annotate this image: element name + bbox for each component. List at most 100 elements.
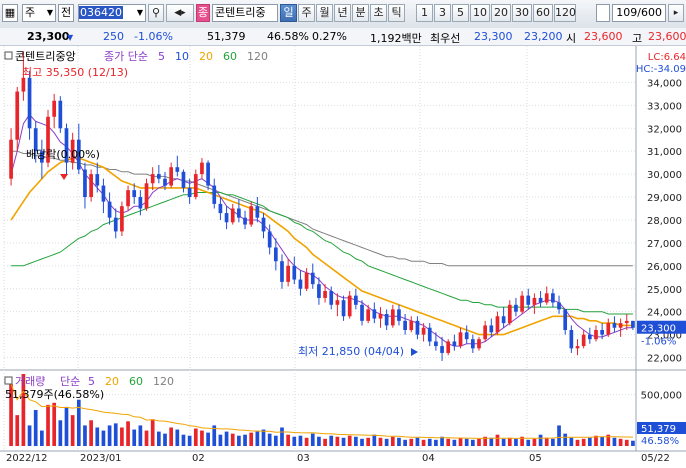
volume-ratio: 46.58% bbox=[267, 30, 309, 43]
candle-body bbox=[631, 320, 635, 328]
volume-bar bbox=[378, 437, 383, 446]
candle-body bbox=[193, 174, 198, 198]
chevron-down-icon: ▼ bbox=[136, 8, 143, 17]
candle-body bbox=[403, 320, 407, 331]
best-ask: 23,300 bbox=[474, 30, 513, 43]
volume: 51,379 bbox=[207, 30, 246, 43]
volume-bar bbox=[415, 437, 420, 446]
current-change-label: -1.06% bbox=[641, 337, 676, 348]
trade-amount: 1,192백만 bbox=[370, 32, 422, 45]
candle-body bbox=[101, 185, 106, 202]
type-select[interactable]: 주 ▼ bbox=[22, 4, 56, 22]
open-price: 23,600 bbox=[584, 30, 623, 43]
volume-bar bbox=[507, 437, 512, 446]
interval-button[interactable]: 20 bbox=[491, 4, 511, 22]
candle-body bbox=[52, 100, 57, 117]
settings-icon[interactable]: ▸ bbox=[668, 4, 684, 22]
volume-bar bbox=[323, 438, 327, 446]
interval-button[interactable]: 5 bbox=[452, 4, 469, 22]
volume-bar bbox=[27, 425, 32, 446]
volume-bar bbox=[58, 420, 63, 446]
interval-button[interactable]: 60 bbox=[533, 4, 553, 22]
candle-body bbox=[415, 320, 420, 335]
candle-body bbox=[329, 291, 334, 305]
chart-area[interactable]: 34,000 33,000 32,000 31,000 30,000 29,000 28,0… bbox=[0, 46, 686, 465]
interval-button[interactable]: 120 bbox=[554, 4, 576, 22]
volume-bar bbox=[532, 438, 537, 446]
candle-body bbox=[440, 346, 444, 353]
volume-bar bbox=[169, 427, 174, 446]
volume-bar bbox=[237, 435, 241, 446]
candle-body bbox=[267, 231, 272, 248]
period-tab[interactable]: 틱 bbox=[388, 4, 405, 22]
volume-bar bbox=[280, 427, 284, 446]
volume-bar bbox=[341, 437, 346, 446]
volume-bar bbox=[267, 433, 272, 446]
search-icon[interactable]: ⚲ bbox=[148, 4, 164, 22]
volume-bar bbox=[372, 434, 377, 446]
candle-body bbox=[323, 291, 327, 298]
stock-code-value: 036420 bbox=[79, 6, 123, 19]
candle-body bbox=[120, 206, 124, 232]
candle-body bbox=[113, 217, 118, 232]
x-tick-label: 05/22 bbox=[641, 453, 670, 464]
candle-body bbox=[187, 187, 192, 198]
chart-type-icon[interactable]: ▦ bbox=[2, 4, 18, 22]
candle-body bbox=[458, 332, 463, 347]
candle-body bbox=[606, 323, 611, 335]
event-annotation: 배당락(0.00%) bbox=[26, 148, 100, 161]
y-tick-label: 30,000 bbox=[647, 170, 682, 181]
type-sub[interactable]: 전 bbox=[58, 4, 74, 22]
candle-body bbox=[551, 293, 555, 303]
current-price-tag-label: 23,300 bbox=[641, 324, 676, 335]
volume-bar bbox=[107, 425, 112, 446]
candle-body bbox=[470, 339, 475, 349]
volume-label: 거래량 bbox=[15, 375, 45, 388]
period-tab[interactable]: 월 bbox=[316, 4, 333, 22]
volume-bar bbox=[150, 419, 155, 446]
period-tab[interactable]: 초 bbox=[370, 4, 387, 22]
candle-body bbox=[21, 77, 26, 92]
hc-label: HC:-34.09 bbox=[636, 64, 686, 75]
interval-button[interactable]: 30 bbox=[512, 4, 532, 22]
period-tab[interactable]: 분 bbox=[352, 4, 369, 22]
volume-bar bbox=[335, 436, 340, 446]
speaker-icon[interactable]: ◀▸ bbox=[166, 4, 194, 22]
volume-bar bbox=[120, 427, 124, 446]
volume-bar bbox=[83, 425, 87, 446]
volume-bar bbox=[249, 432, 254, 446]
candle-body bbox=[563, 309, 568, 331]
candle-body bbox=[304, 272, 309, 289]
volume-bar bbox=[464, 438, 469, 446]
price-change: 250 bbox=[103, 30, 124, 43]
candle-body bbox=[526, 295, 531, 305]
y-tick-label: 26,000 bbox=[647, 262, 682, 273]
period-tab[interactable]: 주 bbox=[298, 4, 315, 22]
y-tick-label: 32,000 bbox=[647, 124, 682, 135]
volume-pct-label: 46.58% bbox=[641, 436, 679, 447]
candle-body bbox=[317, 284, 321, 298]
interval-button[interactable]: 1 bbox=[416, 4, 433, 22]
stock-code-input[interactable]: 036420 ▼ bbox=[78, 4, 146, 22]
volume-bar bbox=[286, 434, 290, 446]
volume-bar bbox=[538, 434, 543, 446]
volume-bar bbox=[206, 432, 210, 446]
slider-handle[interactable] bbox=[596, 4, 610, 22]
volume-bar bbox=[409, 438, 414, 446]
count-field[interactable]: 109/600 bbox=[612, 4, 666, 22]
price-chart[interactable]: 34,000 33,000 32,000 31,000 30,000 29,000 28,0… bbox=[0, 46, 686, 465]
volume-bar bbox=[163, 433, 167, 446]
type-select-label: 주 bbox=[25, 6, 36, 19]
period-tab[interactable]: 일 bbox=[280, 4, 297, 22]
volume-ma-label: 단순 bbox=[60, 375, 80, 388]
y-tick-label: 28,000 bbox=[647, 216, 682, 227]
volume-bar bbox=[458, 437, 463, 446]
candle-body bbox=[489, 325, 494, 333]
y-tick-label: 29,000 bbox=[647, 193, 682, 204]
period-tab[interactable]: 년 bbox=[334, 4, 351, 22]
volume-bar bbox=[193, 428, 198, 446]
interval-button[interactable]: 3 bbox=[434, 4, 451, 22]
candle-body bbox=[427, 327, 432, 342]
interval-button[interactable]: 10 bbox=[470, 4, 490, 22]
candle-body bbox=[354, 295, 358, 305]
